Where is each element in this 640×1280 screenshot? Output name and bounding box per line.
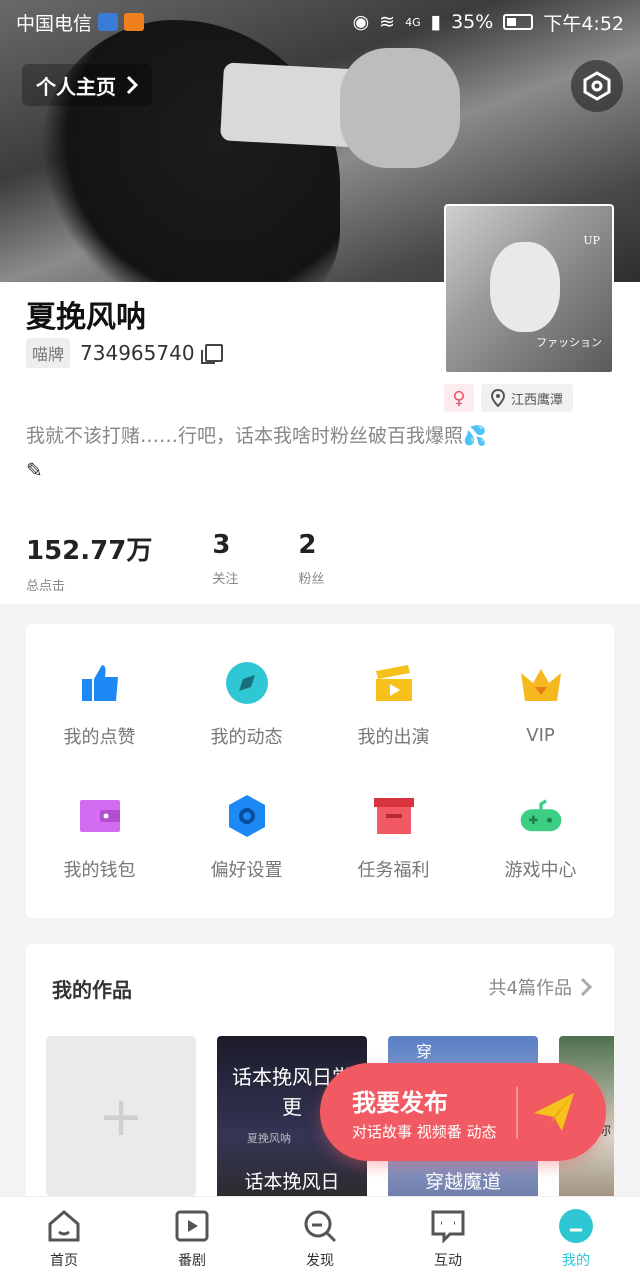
nav-label: 首页 — [50, 1252, 78, 1269]
bio-text: 我就不该打赌……行吧，话本我啥时粉丝破百我爆照💦 — [26, 425, 487, 447]
publish-subtitle: 对话故事 视频番 动态 — [352, 1123, 497, 1141]
status-bar: 中国电信 ◉ ≋ 4G ▮ 35% 下午4:52 — [0, 0, 640, 44]
compass-icon — [225, 661, 268, 704]
profile-icon — [559, 1208, 593, 1243]
location-text: 江西鹰潭 — [511, 392, 564, 408]
battery-icon — [503, 14, 534, 30]
nav-interact[interactable]: 互动 — [384, 1197, 512, 1280]
publish-divider — [516, 1087, 518, 1139]
gender-badge: ♀ — [444, 384, 474, 412]
carrier-name: 中国电信 — [16, 12, 93, 35]
grid-item-label: VIP — [526, 725, 555, 746]
nav-me[interactable]: 我的 — [512, 1197, 640, 1280]
grid-item-label: 任务福利 — [357, 859, 430, 881]
grid-item-vip[interactable]: VIP — [467, 638, 614, 771]
settings-button[interactable] — [571, 60, 623, 112]
grid-item-dynamics[interactable]: 我的动态 — [173, 638, 320, 771]
personal-homepage-label: 个人主页 — [36, 74, 116, 99]
clapperboard-icon — [375, 664, 412, 701]
nav-home[interactable]: 首页 — [0, 1197, 128, 1280]
grid-item-preferences[interactable]: 偏好设置 — [173, 771, 320, 904]
grid-item-appearances[interactable]: 我的出演 — [320, 638, 467, 771]
works-count-link[interactable]: 共4篇作品 — [489, 974, 592, 1000]
gift-box-icon — [373, 797, 414, 834]
nav-label: 番剧 — [178, 1252, 206, 1269]
wifi-icon: ≋ — [379, 11, 396, 33]
grid-item-likes[interactable]: 我的点赞 — [26, 638, 173, 771]
cover-photo-arm — [340, 48, 460, 168]
stat-followers[interactable]: 2 粉丝 — [298, 530, 324, 594]
grid-item-tasks[interactable]: 任务福利 — [320, 771, 467, 904]
user-id: 734965740 — [80, 341, 195, 365]
add-work-button[interactable]: + — [46, 1036, 196, 1196]
nav-label: 我的 — [562, 1252, 590, 1269]
grid-item-label: 偏好设置 — [210, 859, 283, 881]
avatar-face — [490, 242, 560, 332]
work-title: 穿越魔道 — [424, 1171, 501, 1193]
signal-icon: ▮ — [430, 11, 442, 33]
play-icon — [175, 1210, 209, 1241]
stat-label: 粉丝 — [298, 572, 325, 587]
gamepad-icon — [520, 798, 561, 831]
nickname: 夏挽风呐 — [26, 300, 146, 335]
work-title: 话本挽风日 — [244, 1171, 340, 1193]
thumbs-up-icon — [81, 664, 118, 701]
settings-hexagon-icon — [583, 71, 611, 101]
eye-icon: ◉ — [352, 11, 370, 33]
stat-value: 3 — [212, 530, 231, 560]
works-count-label: 共4篇作品 — [488, 978, 572, 999]
location-badge: 江西鹰潭 — [481, 384, 574, 412]
paper-plane-icon — [534, 1093, 574, 1131]
home-icon — [48, 1209, 80, 1241]
wallet-icon — [79, 799, 120, 832]
nav-series[interactable]: 番剧 — [128, 1197, 256, 1280]
video-app-icon — [124, 13, 145, 31]
stat-total-clicks[interactable]: 152.77万 总点击 — [26, 530, 152, 594]
stat-value: 152.77万 — [26, 536, 153, 566]
user-id-row: 喵牌 734965740 — [26, 338, 223, 368]
cover-photo-hair — [40, 20, 340, 282]
copy-icon[interactable] — [200, 344, 223, 364]
shield-app-icon — [98, 13, 119, 31]
personal-homepage-button[interactable]: 个人主页 — [22, 64, 152, 106]
grid-item-label: 我的动态 — [210, 726, 283, 748]
stat-following[interactable]: 3 关注 — [212, 530, 238, 594]
crown-icon — [520, 669, 561, 701]
grid-item-label: 游戏中心 — [504, 859, 577, 881]
nav-label: 互动 — [434, 1252, 462, 1269]
stat-label: 总点击 — [26, 579, 66, 594]
chevron-right-icon — [126, 75, 138, 95]
work-cover-text: 穿 — [416, 1042, 433, 1061]
battery-percent: 35% — [451, 11, 494, 33]
avatar-up-text: UP — [583, 234, 600, 247]
avatar-fashion-text: ファッション — [536, 336, 602, 349]
nav-label: 发现 — [306, 1252, 334, 1269]
works-heading: 我的作品 — [52, 978, 132, 1002]
feature-grid: 我的点赞 我的动态 我的出演 VIP 我的钱包 偏好设置 任务福利 游戏中心 — [26, 624, 614, 918]
search-icon — [304, 1210, 337, 1242]
stat-value: 2 — [298, 530, 317, 560]
stat-label: 关注 — [212, 572, 239, 587]
grid-item-label: 我的出演 — [357, 726, 430, 748]
grid-item-label: 我的点赞 — [63, 726, 136, 748]
publish-title: 我要发布 — [352, 1089, 448, 1117]
publish-button[interactable]: 我要发布 对话故事 视频番 动态 — [320, 1063, 606, 1161]
grid-item-game-center[interactable]: 游戏中心 — [467, 771, 614, 904]
grid-item-wallet[interactable]: 我的钱包 — [26, 771, 173, 904]
network-type: 4G — [405, 15, 421, 29]
nav-discover[interactable]: 发现 — [256, 1197, 384, 1280]
clock-time: 下午4:52 — [543, 12, 624, 35]
chat-icon — [431, 1210, 465, 1244]
chevron-right-icon — [580, 977, 592, 997]
plus-icon: + — [98, 1084, 144, 1148]
avatar[interactable]: UP ファッション — [444, 204, 614, 374]
settings-hexagon-icon — [228, 794, 265, 837]
work-cover-author: 夏挽风呐 — [247, 1132, 291, 1145]
stats-row: 152.77万 总点击 3 关注 2 粉丝 — [26, 530, 384, 594]
edit-pencil-icon[interactable]: ✎ — [26, 458, 43, 482]
bottom-navigation: 首页 番剧 发现 互动 我的 — [0, 1196, 640, 1280]
location-pin-icon — [491, 389, 505, 407]
grid-item-label: 我的钱包 — [63, 859, 136, 881]
id-tag: 喵牌 — [26, 338, 71, 368]
